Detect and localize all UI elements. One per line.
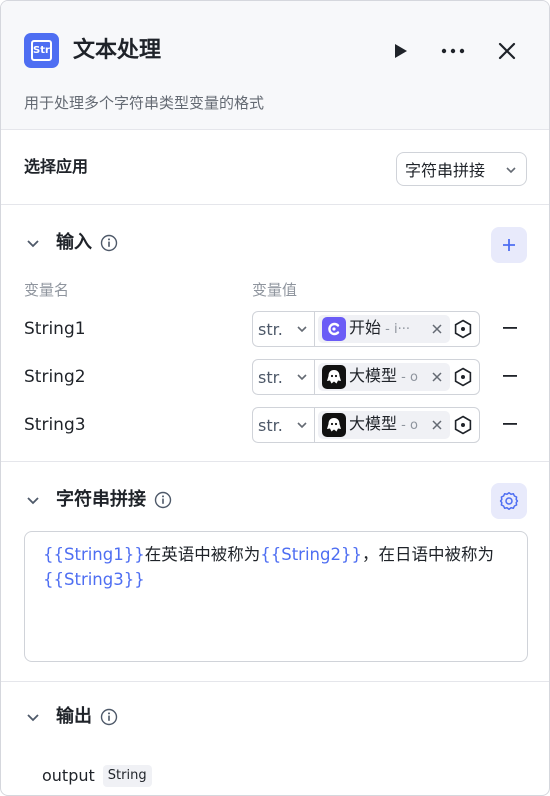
more-icon — [441, 48, 465, 54]
input-section-title: 输入 — [56, 232, 92, 253]
variable-picker-icon[interactable] — [453, 319, 473, 339]
close-icon — [432, 324, 442, 334]
concat-settings-button[interactable] — [491, 483, 527, 519]
close-icon — [432, 372, 442, 382]
variable-type-select[interactable]: str. — [253, 312, 315, 346]
column-header-name: 变量名 — [24, 281, 70, 299]
output-type-badge: String — [102, 765, 152, 787]
remove-reference-button[interactable] — [430, 322, 444, 336]
output-collapse-toggle[interactable] — [24, 708, 42, 726]
remove-variable-button[interactable] — [501, 367, 519, 385]
variable-type-select[interactable]: str. — [253, 408, 315, 442]
string-plugin-icon: Str — [24, 33, 59, 68]
concat-section-title: 字符串拼接 — [56, 489, 146, 510]
variable-row: String3 str. 大模型 - o — [1, 407, 549, 443]
variable-type-select[interactable]: str. — [253, 360, 315, 394]
variable-picker-icon[interactable] — [453, 367, 473, 387]
concat-template-editor[interactable]: {{String1}}在英语中被称为{{String2}}，在日语中被称为 {{S… — [24, 531, 528, 662]
select-app-label: 选择应用 — [24, 157, 89, 176]
remove-variable-button[interactable] — [501, 415, 519, 433]
info-icon[interactable] — [154, 491, 172, 509]
chevron-down-icon — [506, 167, 516, 174]
close-button[interactable] — [492, 36, 522, 66]
variable-value-field: str. 大模型 - o — [252, 359, 480, 395]
variable-name: String3 — [24, 415, 86, 435]
panel-header: Str 文本处理 用于处理多个字符串类型变量的格式 — [1, 1, 549, 129]
panel-description: 用于处理多个字符串类型变量的格式 — [24, 94, 265, 112]
remove-variable-button[interactable] — [501, 319, 519, 337]
template-text: ，在日语中被称为 — [361, 545, 494, 564]
variable-row: String2 str. 大模型 - o — [1, 359, 549, 395]
output-section-title: 输出 — [56, 706, 92, 727]
run-button[interactable] — [385, 36, 415, 66]
concat-section-header: 字符串拼接 — [24, 488, 172, 512]
input-collapse-toggle[interactable] — [24, 234, 42, 252]
variable-reference-chip[interactable]: 大模型 - o — [318, 363, 450, 391]
play-icon — [395, 44, 407, 58]
variable-value-field: str. 开始 - i··· — [252, 311, 480, 347]
variable-row: String1 str. 开始 - i··· — [1, 311, 549, 347]
column-header-value: 变量值 — [252, 281, 298, 299]
chevron-down-icon — [27, 714, 39, 722]
chevron-down-icon — [27, 497, 39, 505]
app-select-value: 字符串拼接 — [405, 161, 486, 180]
concat-divider — [1, 681, 549, 682]
minus-icon — [503, 327, 517, 329]
variable-picker-icon[interactable] — [453, 415, 473, 435]
info-icon[interactable] — [100, 234, 118, 252]
concat-collapse-toggle[interactable] — [24, 491, 42, 509]
template-text: 在英语中被称为 — [144, 545, 261, 564]
chevron-down-icon — [27, 240, 39, 248]
chevron-down-icon — [297, 374, 307, 381]
minus-icon — [503, 423, 517, 425]
template-variable: {{String3}} — [43, 570, 145, 589]
reference-label: 大模型 - o — [349, 414, 418, 433]
output-variable-row: output String — [42, 765, 152, 787]
variable-reference-chip[interactable]: 大模型 - o — [318, 411, 450, 439]
template-variable: {{String1}} — [43, 545, 145, 564]
app-icon-glyph: Str — [31, 40, 52, 61]
chevron-down-icon — [297, 326, 307, 333]
panel-title: 文本处理 — [73, 38, 162, 63]
reference-label: 大模型 - o — [349, 366, 418, 385]
remove-reference-button[interactable] — [430, 370, 444, 384]
plus-icon — [503, 239, 515, 251]
add-variable-button[interactable] — [491, 227, 527, 263]
chevron-down-icon — [297, 422, 307, 429]
close-icon — [498, 42, 516, 60]
llm-node-icon — [322, 413, 346, 437]
output-name: output — [42, 766, 95, 785]
input-section-header: 输入 — [24, 231, 118, 255]
variable-reference-chip[interactable]: 开始 - i··· — [318, 315, 450, 343]
remove-reference-button[interactable] — [430, 418, 444, 432]
variable-name: String2 — [24, 367, 86, 387]
start-node-icon — [322, 317, 346, 341]
minus-icon — [503, 375, 517, 377]
variable-type-value: str. — [258, 415, 283, 435]
gear-icon — [499, 492, 519, 510]
variable-value-field: str. 大模型 - o — [252, 407, 480, 443]
reference-label: 开始 - i··· — [349, 318, 410, 337]
template-variable: {{String2}} — [260, 545, 362, 564]
header-divider — [1, 129, 549, 130]
llm-node-icon — [322, 365, 346, 389]
variable-name: String1 — [24, 319, 86, 339]
app-select-dropdown[interactable]: 字符串拼接 — [396, 152, 527, 186]
info-icon[interactable] — [100, 708, 118, 726]
input-divider — [1, 461, 549, 462]
text-processing-panel: Str 文本处理 用于处理多个字符串类型变量的格式 选择应用 字符串拼接 输入 … — [0, 0, 550, 796]
variable-type-value: str. — [258, 367, 283, 387]
more-button[interactable] — [438, 36, 468, 66]
select-divider — [1, 204, 549, 205]
close-icon — [432, 420, 442, 430]
output-section-header: 输出 — [24, 705, 118, 729]
variable-type-value: str. — [258, 319, 283, 339]
